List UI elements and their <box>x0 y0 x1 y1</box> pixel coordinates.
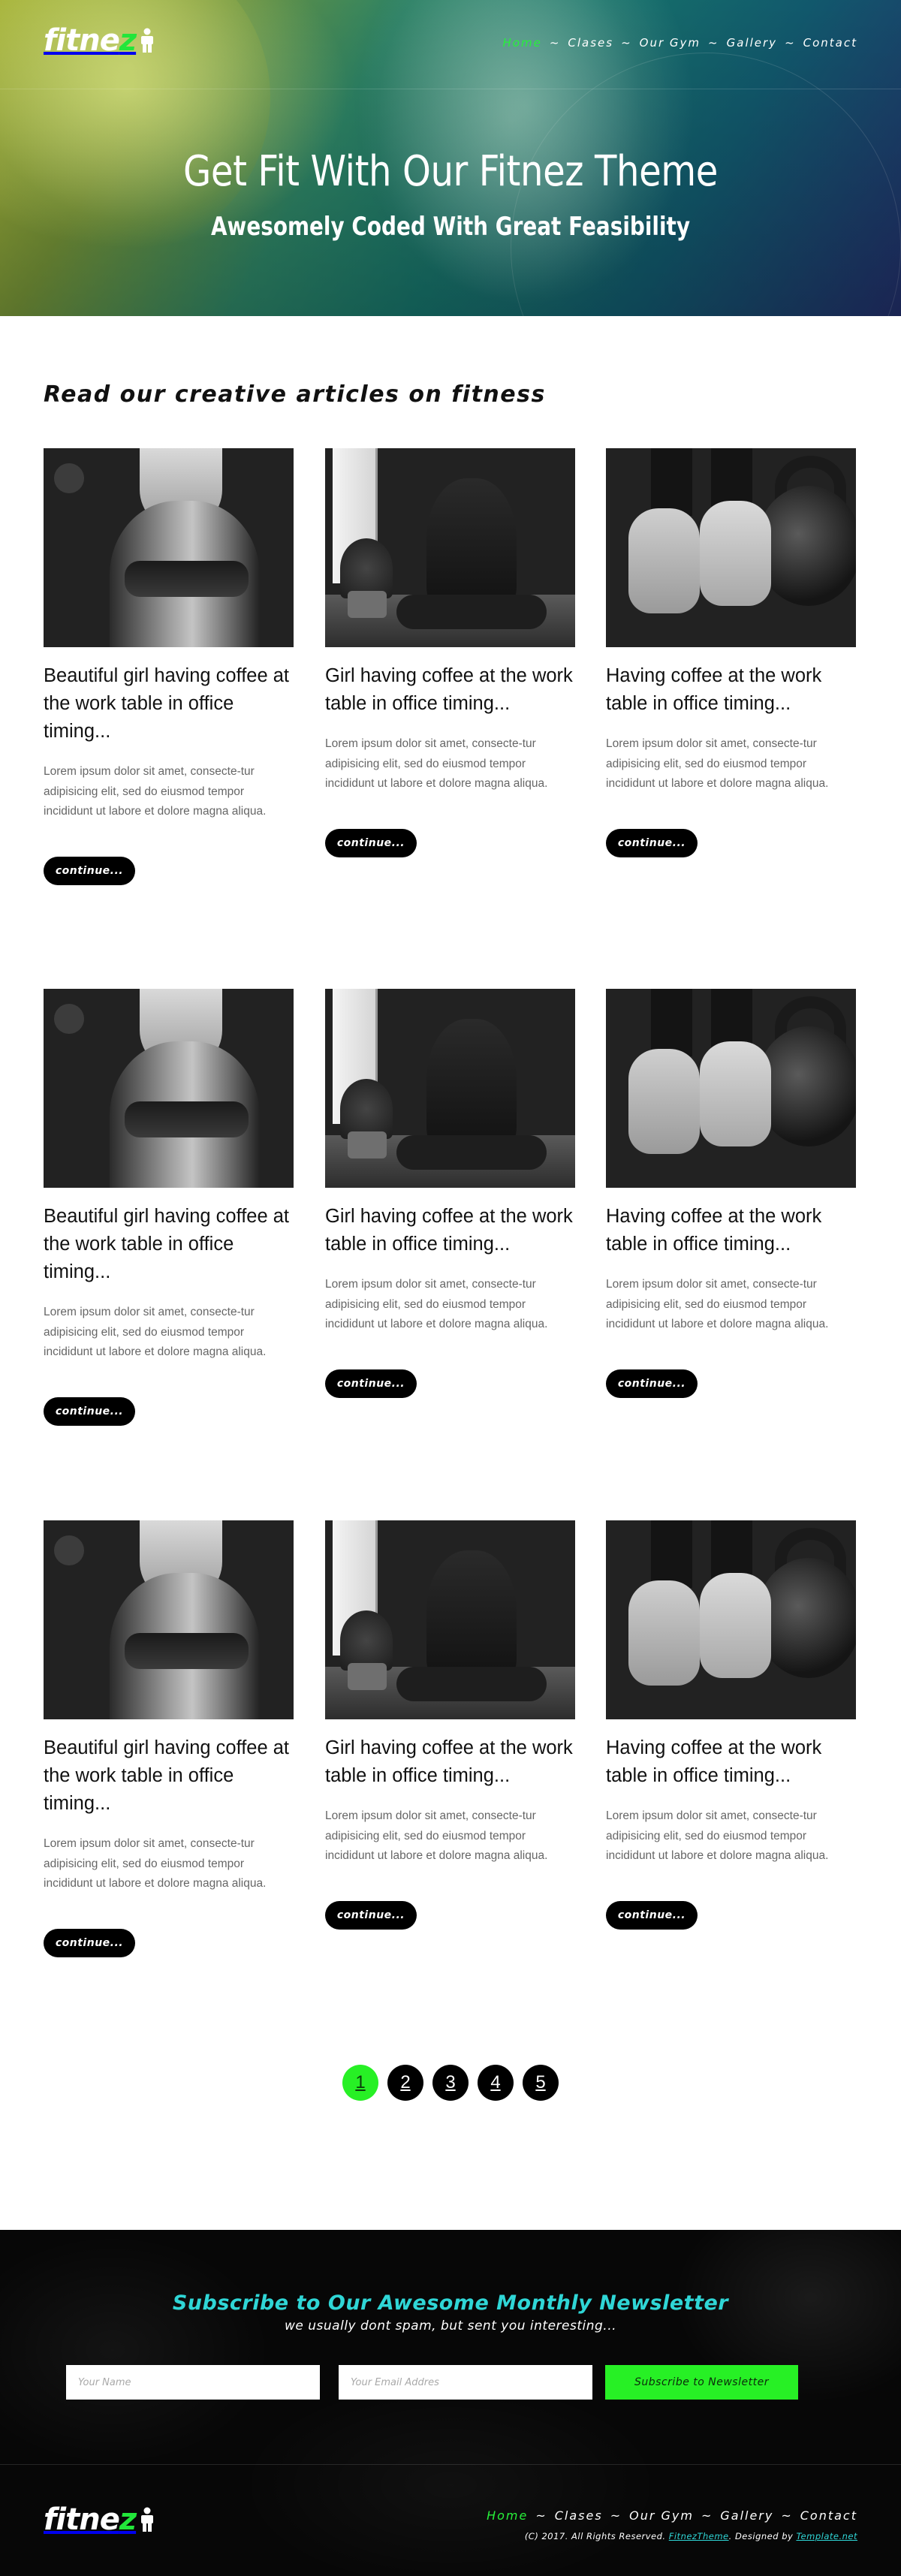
newsletter-title: Subscribe to Our Awesome Monthly Newslet… <box>172 2291 729 2315</box>
nav-clases[interactable]: Clases <box>568 36 613 50</box>
continue-button[interactable]: continue... <box>606 1900 698 1930</box>
article-excerpt: Lorem ipsum dolor sit amet, consecte-tur… <box>44 765 267 818</box>
nav-separator: ~ <box>781 2508 793 2523</box>
footer-nav-clases[interactable]: Clases <box>555 2508 603 2523</box>
article-excerpt: Lorem ipsum dolor sit amet, consecte-tur… <box>325 737 548 790</box>
woman-back-photo[interactable] <box>44 1520 294 1719</box>
article-card: Beautiful girl having coffee at the work… <box>44 1520 294 1957</box>
shoes-kettlebell-photo[interactable] <box>606 448 856 647</box>
continue-button[interactable]: continue... <box>606 1369 698 1398</box>
article-card: Girl having coffee at the work table in … <box>325 989 575 1398</box>
newsletter-subtitle: we usually dont spam, but sent you inter… <box>285 2318 616 2333</box>
site-logo[interactable]: fitnez <box>44 24 155 57</box>
article-card: Girl having coffee at the work table in … <box>325 1520 575 1930</box>
yoga-photo[interactable] <box>325 989 575 1188</box>
hero-banner: fitnez Home ~ Clases ~ Our Gym ~ Gallery… <box>0 0 901 316</box>
nav-separator: ~ <box>549 36 561 50</box>
articles-heading: Read our creative articles on fitness <box>44 381 546 408</box>
article-card: Having coffee at the work table in offic… <box>606 989 856 1398</box>
footer-nav-gallery[interactable]: Gallery <box>720 2508 773 2523</box>
page-3-button[interactable]: 3 <box>432 2065 469 2101</box>
article-title[interactable]: Girl having coffee at the work table in … <box>325 1203 575 1258</box>
article-card: Beautiful girl having coffee at the work… <box>44 448 294 885</box>
nav-separator: ~ <box>610 2508 622 2523</box>
woman-back-photo[interactable] <box>44 989 294 1188</box>
page-2-button[interactable]: 2 <box>387 2065 423 2101</box>
subscribe-button[interactable]: Subscribe to Newsletter <box>605 2365 798 2400</box>
article-title[interactable]: Having coffee at the work table in offic… <box>606 1734 856 1790</box>
continue-button[interactable]: continue... <box>325 828 417 857</box>
footer-nav: Home ~ Clases ~ Our Gym ~ Gallery ~ Cont… <box>487 2508 857 2523</box>
article-excerpt: Lorem ipsum dolor sit amet, consecte-tur… <box>606 1278 829 1330</box>
article-title[interactable]: Girl having coffee at the work table in … <box>325 1734 575 1790</box>
article-title[interactable]: Girl having coffee at the work table in … <box>325 662 575 718</box>
shoes-kettlebell-photo[interactable] <box>606 1520 856 1719</box>
page-5-button[interactable]: 5 <box>523 2065 559 2101</box>
yoga-photo[interactable] <box>325 448 575 647</box>
footer-nav-contact[interactable]: Contact <box>800 2508 857 2523</box>
shoes-kettlebell-photo[interactable] <box>606 989 856 1188</box>
article-title[interactable]: Beautiful girl having coffee at the work… <box>44 662 294 746</box>
pagination: 1 2 3 4 5 <box>342 2065 559 2101</box>
article-title[interactable]: Beautiful girl having coffee at the work… <box>44 1203 294 1286</box>
continue-button[interactable]: continue... <box>325 1900 417 1930</box>
nav-separator: ~ <box>708 36 719 50</box>
article-excerpt: Lorem ipsum dolor sit amet, consecte-tur… <box>44 1306 267 1358</box>
article-card: Beautiful girl having coffee at the work… <box>44 989 294 1426</box>
nav-home[interactable]: Home <box>503 36 542 50</box>
logo-wordmark: fitnez <box>44 2502 137 2537</box>
nav-gallery[interactable]: Gallery <box>727 36 777 50</box>
person-figure-icon <box>139 2507 155 2536</box>
article-title[interactable]: Having coffee at the work table in offic… <box>606 1203 856 1258</box>
continue-button[interactable]: continue... <box>44 856 135 885</box>
footer-divider <box>0 2464 901 2465</box>
page-1-button[interactable]: 1 <box>342 2065 378 2101</box>
logo-wordmark: fitnez <box>44 23 137 58</box>
article-excerpt: Lorem ipsum dolor sit amet, consecte-tur… <box>606 1809 829 1862</box>
nav-separator: ~ <box>535 2508 547 2523</box>
continue-button[interactable]: continue... <box>606 828 698 857</box>
article-excerpt: Lorem ipsum dolor sit amet, consecte-tur… <box>606 737 829 790</box>
article-title[interactable]: Having coffee at the work table in offic… <box>606 662 856 718</box>
email-field[interactable] <box>339 2365 592 2400</box>
article-title[interactable]: Beautiful girl having coffee at the work… <box>44 1734 294 1818</box>
hero-title: Get Fit With Our Fitnez Theme <box>183 147 718 196</box>
nav-separator: ~ <box>701 2508 713 2523</box>
article-card: Having coffee at the work table in offic… <box>606 448 856 857</box>
footer: Subscribe to Our Awesome Monthly Newslet… <box>0 2230 901 2576</box>
continue-button[interactable]: continue... <box>325 1369 417 1398</box>
copyright: (C) 2017. All Rights Reserved. FitnezThe… <box>524 2531 857 2541</box>
hero-subtitle: Awesomely Coded With Great Feasibility <box>210 212 691 242</box>
main-nav: Home ~ Clases ~ Our Gym ~ Gallery ~ Cont… <box>503 36 857 50</box>
nav-contact[interactable]: Contact <box>803 36 857 50</box>
person-figure-icon <box>139 28 155 57</box>
continue-button[interactable]: continue... <box>44 1396 135 1426</box>
article-excerpt: Lorem ipsum dolor sit amet, consecte-tur… <box>44 1837 267 1890</box>
woman-back-photo[interactable] <box>44 448 294 647</box>
name-field[interactable] <box>66 2365 320 2400</box>
designer-link[interactable]: Template.net <box>796 2531 857 2541</box>
nav-our-gym[interactable]: Our Gym <box>640 36 701 50</box>
footer-nav-our-gym[interactable]: Our Gym <box>629 2508 694 2523</box>
continue-button[interactable]: continue... <box>44 1928 135 1957</box>
article-card: Girl having coffee at the work table in … <box>325 448 575 857</box>
page-4-button[interactable]: 4 <box>478 2065 514 2101</box>
nav-separator: ~ <box>621 36 632 50</box>
brand-link[interactable]: FitnezTheme <box>669 2531 729 2541</box>
yoga-photo[interactable] <box>325 1520 575 1719</box>
footer-nav-home[interactable]: Home <box>487 2508 528 2523</box>
footer-logo[interactable]: fitnez <box>44 2503 155 2536</box>
article-excerpt: Lorem ipsum dolor sit amet, consecte-tur… <box>325 1278 548 1330</box>
article-excerpt: Lorem ipsum dolor sit amet, consecte-tur… <box>325 1809 548 1862</box>
article-card: Having coffee at the work table in offic… <box>606 1520 856 1930</box>
nav-separator: ~ <box>785 36 796 50</box>
